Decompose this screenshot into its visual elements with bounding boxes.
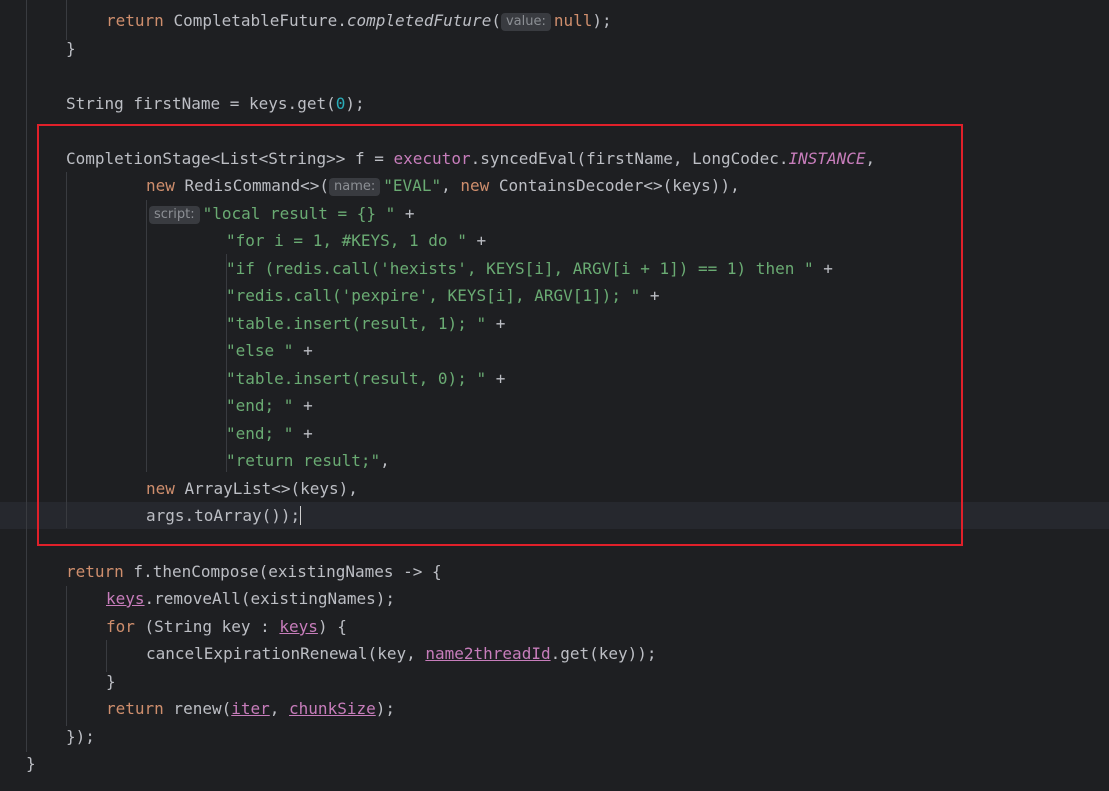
code-token: } [66, 39, 76, 58]
code-token: } [26, 754, 36, 773]
number-literal: 0 [335, 94, 346, 113]
code-token: .removeAll(existingNames); [144, 589, 395, 608]
field-iter: iter [231, 699, 270, 718]
code-token: , [269, 699, 290, 718]
code-line[interactable]: String firstName = keys.get(0); [66, 90, 365, 117]
code-token: } [106, 672, 116, 691]
field-name2threadid: name2threadId [425, 644, 551, 663]
keyword-for: for [106, 617, 135, 636]
indent-guide [26, 0, 27, 752]
code-line[interactable]: return renew(iter, chunkSize); [106, 695, 395, 722]
code-token: }); [66, 727, 95, 746]
code-editor[interactable]: return CompletableFuture.completedFuture… [0, 0, 1109, 791]
code-token: ); [375, 699, 395, 718]
keyword-return: return [66, 562, 124, 581]
indent-guide [66, 0, 67, 40]
code-token: String firstName = keys.get( [66, 94, 336, 113]
keyword-return: return [106, 11, 164, 30]
code-line[interactable]: }); [66, 723, 95, 750]
code-token: ( [491, 11, 501, 30]
keyword-null: null [553, 11, 593, 30]
code-line[interactable]: keys.removeAll(existingNames); [106, 585, 395, 612]
code-line[interactable]: for (String key : keys) { [106, 613, 347, 640]
field-chunksize: chunkSize [289, 699, 376, 718]
code-line[interactable]: } [66, 35, 76, 62]
code-token: renew( [163, 699, 232, 718]
code-token: ); [592, 11, 612, 30]
field-keys: keys [279, 617, 318, 636]
code-line[interactable]: } [26, 750, 36, 777]
code-token: ) { [317, 617, 347, 636]
code-token: (String key : [134, 617, 280, 636]
code-token: f.thenCompose(existingNames -> { [123, 562, 442, 581]
code-line[interactable]: return CompletableFuture.completedFuture… [106, 7, 612, 34]
keyword-return: return [106, 699, 164, 718]
code-line[interactable]: cancelExpirationRenewal(key, name2thread… [146, 640, 657, 667]
code-token: ); [345, 94, 365, 113]
field-keys: keys [106, 589, 145, 608]
method-name: completedFuture [346, 11, 492, 30]
highlight-box [37, 124, 963, 546]
code-token: CompletableFuture. [173, 11, 347, 30]
code-line[interactable]: return f.thenCompose(existingNames -> { [66, 558, 442, 585]
code-line[interactable]: } [106, 668, 116, 695]
code-token: cancelExpirationRenewal(key, [146, 644, 426, 663]
code-token: .get(key)); [550, 644, 657, 663]
indent-guide [66, 586, 67, 726]
parameter-hint: value: [500, 13, 551, 31]
